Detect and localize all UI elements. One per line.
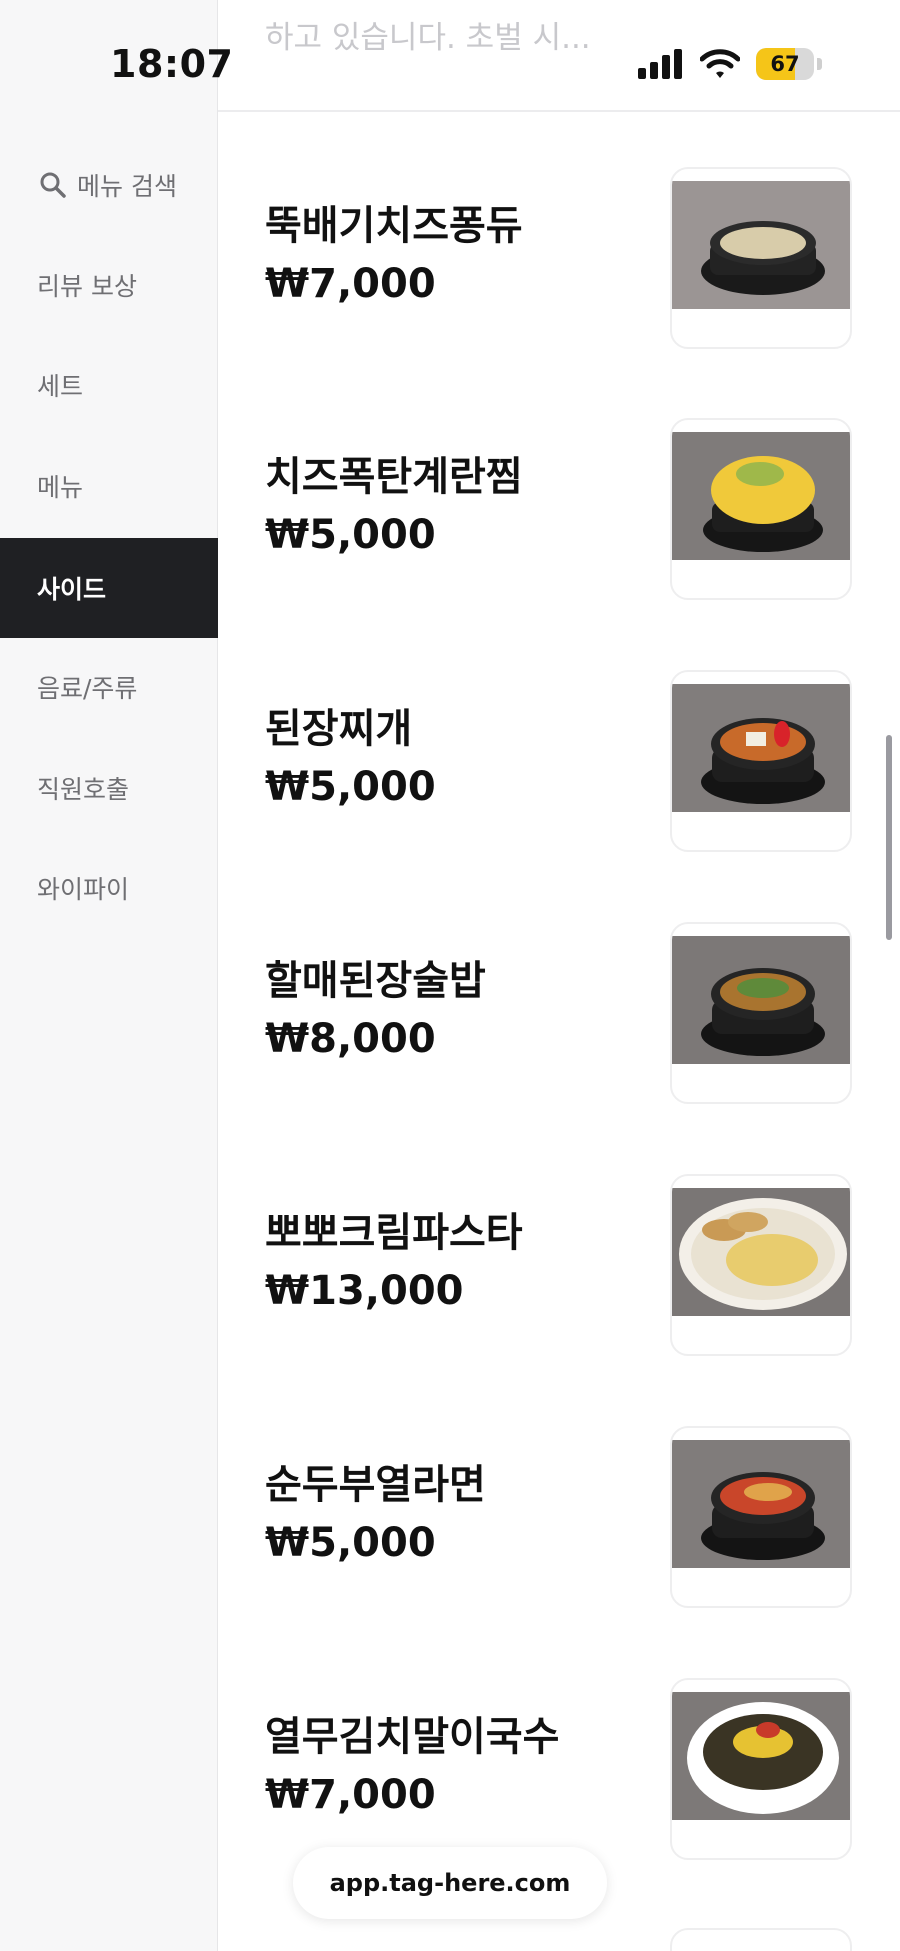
menu-item-price: ₩7,000 bbox=[265, 261, 436, 307]
menu-item-image bbox=[670, 1174, 852, 1356]
menu-item[interactable]: 치즈폭탄계란찜 ₩5,000 bbox=[218, 418, 900, 670]
menu-item-image bbox=[670, 922, 852, 1104]
menu-item[interactable]: 순두부열라면 ₩5,000 bbox=[218, 1426, 900, 1678]
sidebar-item-drinks[interactable]: 음료/주류 bbox=[0, 637, 218, 737]
sundubu-ramen-dish-icon bbox=[672, 1440, 850, 1568]
battery-cap bbox=[817, 58, 822, 70]
menu-item-name: 뽀뽀크림파스타 bbox=[265, 1210, 523, 1256]
menu-item-image bbox=[670, 1426, 852, 1608]
cream-pasta-dish-icon bbox=[672, 1188, 850, 1316]
menu-item[interactable]: 된장찌개 ₩5,000 bbox=[218, 670, 900, 922]
sidebar-item-wifi[interactable]: 와이파이 bbox=[0, 838, 218, 938]
sidebar-search[interactable]: 메뉴 검색 bbox=[0, 135, 218, 235]
store-notice-text: 하고 있습니다. 초벌 시... bbox=[265, 20, 591, 56]
sidebar-search-label: 메뉴 검색 bbox=[77, 172, 177, 201]
menu-item-image bbox=[670, 670, 852, 852]
sidebar-item-staff-call[interactable]: 직원호출 bbox=[0, 738, 218, 838]
category-sidebar: 메뉴 검색 리뷰 보상 세트 메뉴 사이드 음료/주류 직원호출 와이파이 bbox=[0, 0, 218, 1951]
browser-url-bar[interactable]: app.tag-here.com bbox=[293, 1847, 607, 1919]
status-time: 18:07 bbox=[110, 42, 234, 86]
sidebar-item-review-reward[interactable]: 리뷰 보상 bbox=[0, 235, 218, 335]
menu-item-image bbox=[670, 418, 852, 600]
sidebar-item-set[interactable]: 세트 bbox=[0, 335, 218, 435]
menu-item-name: 열무김치말이국수 bbox=[265, 1714, 560, 1760]
kimchi-noodle-dish-icon bbox=[672, 1692, 850, 1820]
menu-item-price: ₩5,000 bbox=[265, 764, 436, 810]
sidebar-item-label: 사이드 bbox=[37, 575, 107, 604]
menu-item-image bbox=[670, 167, 852, 349]
header-divider bbox=[218, 110, 900, 112]
sidebar-item-label: 음료/주류 bbox=[37, 674, 138, 703]
url-text: app.tag-here.com bbox=[329, 1869, 571, 1897]
battery-level: 67 bbox=[770, 52, 800, 76]
menu-item-price: ₩5,000 bbox=[265, 512, 436, 558]
menu-item[interactable]: 뚝배기치즈퐁듀 ₩7,000 bbox=[218, 167, 900, 419]
sidebar-item-label: 리뷰 보상 bbox=[37, 272, 137, 301]
sidebar-item-label: 와이파이 bbox=[37, 875, 130, 904]
menu-item-name: 순두부열라면 bbox=[265, 1462, 486, 1508]
doenjang-stew-dish-icon bbox=[672, 684, 850, 812]
cheese-egg-dish-icon bbox=[672, 432, 850, 560]
scrollbar-thumb[interactable] bbox=[886, 735, 892, 940]
cheese-fondue-dish-icon bbox=[672, 181, 850, 309]
battery-icon: 67 bbox=[756, 48, 814, 80]
sidebar-item-side[interactable]: 사이드 bbox=[0, 538, 218, 638]
sidebar-item-menu[interactable]: 메뉴 bbox=[0, 436, 218, 536]
sidebar-item-label: 세트 bbox=[37, 372, 84, 401]
menu-item-price: ₩8,000 bbox=[265, 1016, 436, 1062]
cellular-signal-icon bbox=[638, 49, 682, 79]
sidebar-item-label: 메뉴 bbox=[37, 473, 84, 502]
menu-item-image-partial bbox=[670, 1928, 852, 1951]
menu-item-image bbox=[670, 1678, 852, 1860]
menu-item[interactable]: 뽀뽀크림파스타 ₩13,000 bbox=[218, 1174, 900, 1426]
menu-item-name: 된장찌개 bbox=[265, 706, 413, 752]
menu-item-price: ₩5,000 bbox=[265, 1520, 436, 1566]
wifi-icon bbox=[700, 49, 740, 78]
menu-item-price: ₩13,000 bbox=[265, 1268, 464, 1314]
menu-item-name: 할매된장술밥 bbox=[265, 958, 486, 1004]
menu-item-name: 치즈폭탄계란찜 bbox=[265, 454, 523, 500]
search-icon bbox=[40, 172, 66, 198]
sidebar-item-label: 직원호출 bbox=[37, 775, 130, 804]
doenjang-rice-dish-icon bbox=[672, 936, 850, 1064]
menu-item-price: ₩7,000 bbox=[265, 1772, 436, 1818]
status-indicators: 67 bbox=[638, 48, 822, 80]
menu-item-name: 뚝배기치즈퐁듀 bbox=[265, 203, 523, 249]
menu-item[interactable]: 할매된장술밥 ₩8,000 bbox=[218, 922, 900, 1174]
